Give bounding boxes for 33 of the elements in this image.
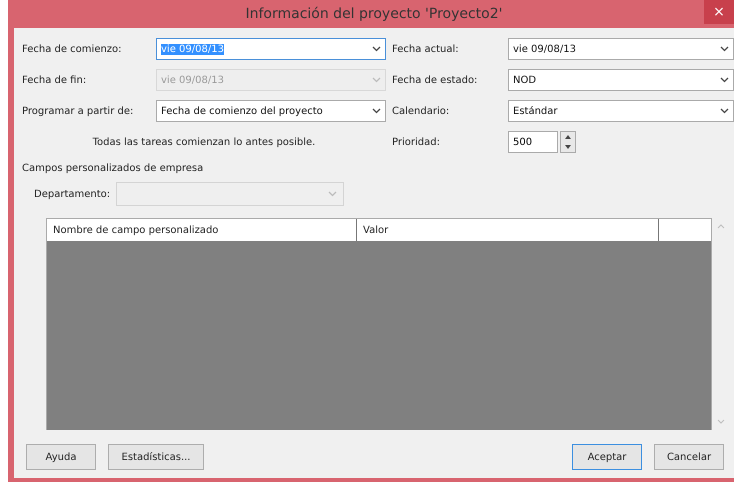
group-title: Campos personalizados de empresa bbox=[22, 163, 204, 174]
dialog-button[interactable]: Aceptar bbox=[572, 444, 642, 470]
scroll-down-icon[interactable] bbox=[717, 419, 725, 424]
dropdown[interactable]: NOD bbox=[508, 69, 734, 91]
schedule-note: Todas las tareas comienzan lo antes posible. bbox=[92, 136, 316, 148]
window-title: Información del proyecto 'Proyecto2' bbox=[245, 6, 502, 22]
caret-icon bbox=[372, 77, 381, 83]
caret-icon bbox=[720, 108, 729, 114]
field-label: Prioridad: bbox=[392, 136, 441, 148]
close-button[interactable]: × bbox=[704, 0, 734, 24]
caret-icon bbox=[372, 108, 381, 114]
caret-icon bbox=[720, 77, 729, 83]
field-label: Fecha de fin: bbox=[22, 74, 88, 86]
priority-field[interactable]: 500 bbox=[508, 131, 558, 153]
field-label: Departamento: bbox=[34, 188, 110, 200]
date-dropdown[interactable]: Fecha de comienzo del proyecto bbox=[156, 100, 386, 122]
field-label: Calendario: bbox=[392, 106, 450, 116]
dropdown[interactable]: Estándar bbox=[508, 100, 734, 122]
field-label: Fecha actual: bbox=[392, 44, 460, 54]
down-arrow-icon bbox=[565, 145, 571, 149]
scroll-up-icon[interactable] bbox=[717, 224, 725, 229]
field-label: Programar a partir de: bbox=[22, 106, 134, 116]
field-label: Fecha de estado: bbox=[392, 74, 478, 86]
caret-icon bbox=[372, 46, 381, 52]
dialog-button[interactable]: Ayuda bbox=[26, 444, 96, 470]
dropdown[interactable]: vie 09/08/13 bbox=[508, 38, 734, 60]
dialog-button[interactable]: Cancelar bbox=[654, 444, 724, 470]
caret-icon bbox=[720, 46, 729, 52]
dialog-button[interactable]: Estadísticas... bbox=[108, 444, 204, 470]
up-arrow-icon bbox=[565, 135, 571, 139]
caret-icon bbox=[328, 191, 338, 197]
spin-button[interactable] bbox=[560, 131, 576, 153]
field-label: Fecha de comienzo: bbox=[22, 44, 123, 54]
